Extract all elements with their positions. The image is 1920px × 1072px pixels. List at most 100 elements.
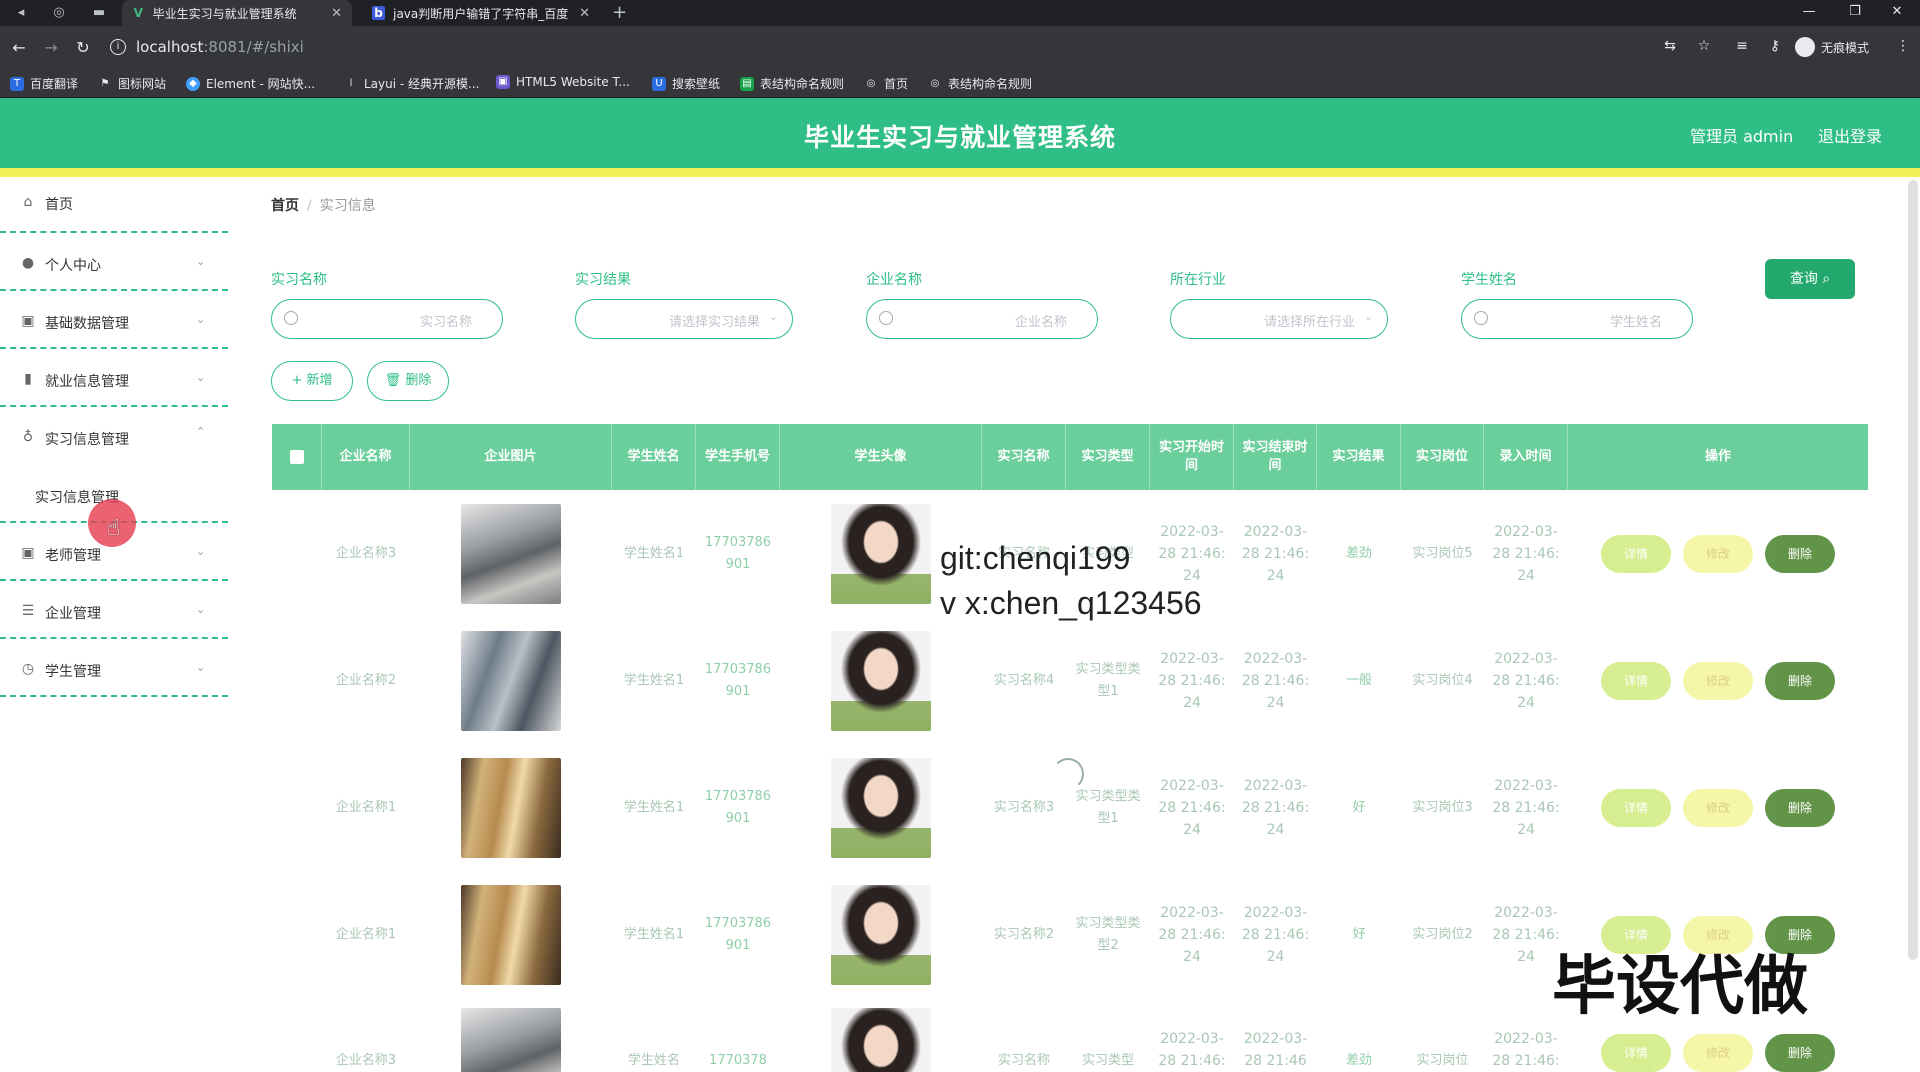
detail-button[interactable]: 详情 (1601, 1034, 1671, 1072)
vue-logo-icon: V (133, 6, 143, 20)
delete-button[interactable]: 删除 (1765, 661, 1835, 700)
sidebar-item-student[interactable]: ◷ 学生管理 ⌄ (0, 639, 228, 697)
bookmark[interactable]: ◎ 首页 (864, 75, 908, 92)
url-field[interactable]: i localhost:8081/#/shixi (110, 32, 1630, 62)
edit-button[interactable]: 修改 (1683, 788, 1753, 827)
cell-company: 企业名称3 (335, 545, 397, 561)
bookmark-label: 首页 (884, 77, 909, 91)
detail-button[interactable]: 详情 (1601, 534, 1671, 573)
star-icon[interactable]: ☆ (1694, 38, 1714, 54)
cell-end: 2022-03-28 21:46:24 (1241, 904, 1310, 965)
media-icon[interactable]: ≡ (1732, 38, 1752, 54)
delete-button[interactable]: 删除 (1765, 534, 1835, 573)
globe-icon: ◎ (930, 77, 940, 89)
detail-button[interactable]: 详情 (1601, 661, 1671, 700)
internship-result-select[interactable]: 请选择实习结果 ⌄ (575, 299, 793, 339)
incognito-icon (1795, 37, 1815, 57)
chevron-down-icon: ⌄ (196, 545, 206, 558)
delete-button[interactable]: 删除 (1765, 1034, 1835, 1072)
breadcrumb-home[interactable]: 首页 (271, 198, 299, 214)
sidebar-item-company[interactable]: ☰ 企业管理 ⌄ (0, 581, 228, 639)
cell-company: 企业名称3 (335, 1053, 397, 1068)
cell-avatar (780, 744, 982, 871)
checkbox-icon (289, 450, 304, 464)
clipboard-icon: ▣ (21, 313, 35, 329)
bookmark[interactable]: ▤ 表结构命名规则 (740, 75, 844, 92)
bookmark[interactable]: T 百度翻译 (10, 75, 78, 92)
column-header: 学生头像 (780, 424, 982, 490)
bookmark[interactable]: ◎ 表结构命名规则 (928, 75, 1032, 92)
layui-icon: l (349, 77, 353, 89)
bookmark[interactable]: U 搜索壁纸 (652, 75, 720, 92)
student-name-input[interactable]: 学生姓名 (1461, 299, 1693, 339)
hand-cursor-icon: ☝ (107, 516, 121, 541)
close-window-icon[interactable]: ✕ (1874, 0, 1920, 26)
bookmark-label: 图标网站 (118, 77, 167, 91)
edit-button[interactable]: 修改 (1683, 534, 1753, 573)
element-icon: ◆ (186, 76, 200, 91)
new-tab-button[interactable]: + (612, 2, 627, 23)
cell-student: 学生姓名1 (623, 799, 685, 815)
cell-created: 2022-03-28 21:46:24 (1492, 523, 1560, 584)
header-accent-bar (0, 168, 1920, 177)
delete-button[interactable]: 删除 (1765, 788, 1835, 827)
sidebar-item-home[interactable]: ⌂ 首页 (0, 177, 228, 233)
select-all-checkbox[interactable] (272, 424, 322, 490)
logout-link[interactable]: 退出登录 (1818, 123, 1882, 147)
restore-icon[interactable]: ❐ (1832, 0, 1878, 26)
tab-list-icon[interactable]: ▬ (90, 4, 108, 22)
company-image (461, 503, 561, 604)
tab-inactive[interactable]: b java判断用户输错了字符串_百度 ✕ (362, 0, 600, 26)
reload-icon[interactable]: ↻ (72, 38, 94, 57)
translate-icon[interactable]: ⇆ (1660, 38, 1680, 54)
minimize-icon[interactable]: — (1786, 0, 1832, 26)
sidebar-item-label: 老师管理 (45, 548, 101, 564)
clipboard-icon: ▣ (21, 545, 35, 561)
batch-delete-button[interactable]: 🗑 删除 (367, 361, 449, 401)
more-icon[interactable]: ⋮ (1893, 38, 1913, 54)
query-button[interactable]: 查询 ⌕ (1765, 259, 1855, 299)
close-tab-icon[interactable]: ✕ (331, 6, 342, 21)
company-name-input[interactable]: 企业名称 (866, 299, 1098, 339)
browser-icon[interactable]: ◎ (50, 4, 68, 22)
sidebar-item-label: 个人中心 (45, 258, 101, 274)
cell-start: 2022-03-28 21:46:24 (1158, 904, 1226, 965)
sidebar-item-label: 就业信息管理 (45, 374, 129, 390)
bookmark[interactable]: ⚑ 图标网站 (98, 75, 167, 92)
chevron-down-icon: ⌄ (196, 603, 206, 616)
app-title: 毕业生实习与就业管理系统 (803, 123, 1116, 152)
breadcrumb-current: 实习信息 (319, 198, 376, 214)
industry-select[interactable]: 请选择所在行业 ⌄ (1170, 299, 1388, 339)
bookmark-label: HTML5 Website T... (516, 75, 630, 89)
sidebar-item-basic-data[interactable]: ▣ 基础数据管理 ⌄ (0, 291, 228, 349)
forward-icon[interactable]: → (40, 38, 62, 57)
bookmark[interactable]: ▣ HTML5 Website T... (496, 75, 630, 89)
edit-button[interactable]: 修改 (1683, 1034, 1753, 1072)
bookmark[interactable]: ◆ Element - 网站快... (186, 75, 315, 92)
incognito-indicator[interactable]: 无痕模式 (1795, 37, 1869, 57)
key-icon[interactable]: ⚷ (1765, 38, 1785, 54)
bookmark[interactable]: l Layui - 经典开源模... (344, 75, 480, 92)
site-info-icon[interactable]: i (110, 39, 126, 55)
user-icon: ● (21, 255, 35, 271)
cell-name: 实习名称 (997, 1053, 1050, 1068)
tab-active[interactable]: V 毕业生实习与就业管理系统 ✕ (122, 0, 352, 26)
close-tab-icon[interactable]: ✕ (579, 6, 590, 21)
cell-start: 2022-03-28 21:46:24 (1158, 650, 1226, 711)
detail-button[interactable]: 详情 (1601, 788, 1671, 827)
audio-icon[interactable]: ◂ (12, 4, 30, 22)
cell-avatar (780, 1008, 982, 1072)
sidebar-item-employment[interactable]: ▮ 就业信息管理 ⌄ (0, 349, 228, 407)
cell-avatar (780, 617, 982, 744)
column-header: 实习开始时间 (1150, 424, 1234, 490)
cell-name: 实习名称3 (993, 799, 1055, 815)
back-icon[interactable]: ← (8, 38, 30, 57)
add-button[interactable]: + 新增 (271, 361, 353, 401)
table-row[interactable]: 企业名称2 学生姓名1 17703786901 实习名称4 实习类型类型1 20… (272, 617, 1868, 744)
sidebar-item-personal[interactable]: ● 个人中心 ⌄ (0, 233, 228, 291)
column-header: 操作 (1704, 449, 1731, 464)
scrollbar[interactable] (1908, 180, 1918, 960)
internship-name-input[interactable]: 实习名称 (271, 299, 503, 339)
edit-button[interactable]: 修改 (1683, 661, 1753, 700)
filter-label: 企业名称 (866, 272, 922, 288)
